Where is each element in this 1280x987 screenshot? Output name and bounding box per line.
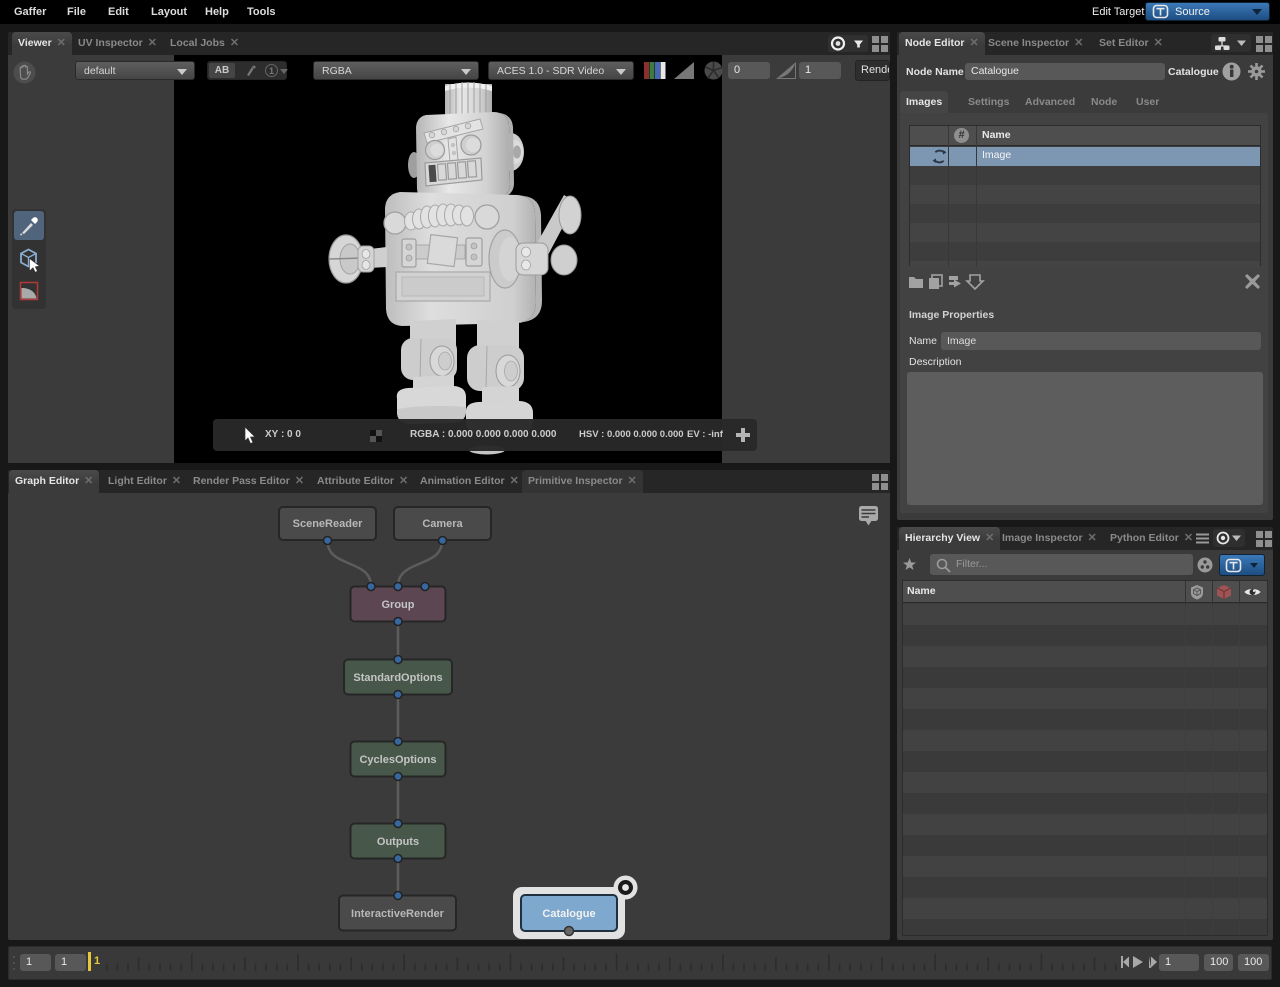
svg-text:Catalogue: Catalogue <box>542 908 595 920</box>
svg-text:StandardOptions: StandardOptions <box>353 672 442 684</box>
svg-text:SceneReader: SceneReader <box>293 518 363 530</box>
svg-text:CyclesOptions: CyclesOptions <box>359 754 436 766</box>
svg-text:Camera: Camera <box>422 518 463 530</box>
svg-text:Outputs: Outputs <box>377 836 419 848</box>
svg-text:InteractiveRender: InteractiveRender <box>351 908 445 920</box>
svg-text:Group: Group <box>382 599 415 611</box>
